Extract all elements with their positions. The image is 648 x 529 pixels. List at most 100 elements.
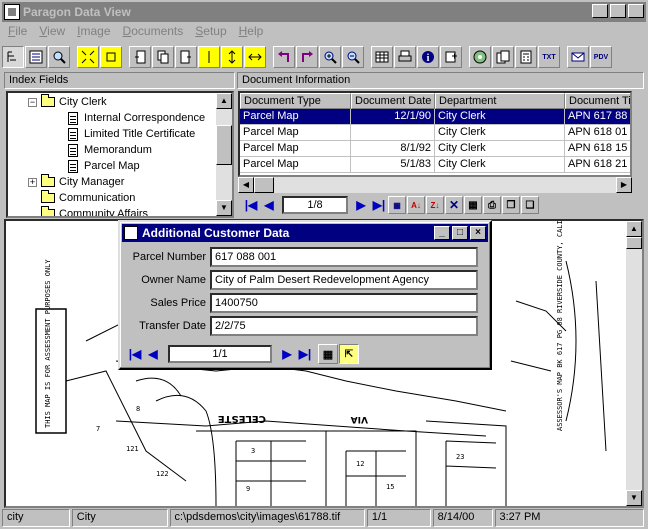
cell-department[interactable]: City Clerk: [435, 157, 565, 173]
next-record-icon[interactable]: ▶: [352, 196, 370, 214]
scroll-up-button[interactable]: ▲: [216, 93, 232, 109]
column-header-department[interactable]: Department: [435, 93, 565, 109]
menu-file[interactable]: File: [2, 23, 33, 41]
cell-document-type[interactable]: Parcel Map: [240, 141, 351, 157]
prev-record-icon[interactable]: ◀: [260, 196, 278, 214]
tree-item-city-manager[interactable]: + City Manager: [28, 174, 124, 190]
scan-icon[interactable]: [469, 46, 491, 68]
sort-descending-icon[interactable]: Z↓: [426, 196, 444, 214]
fit-width-icon[interactable]: [198, 46, 220, 68]
email-icon[interactable]: [567, 46, 589, 68]
scroll-thumb[interactable]: [216, 125, 232, 165]
tree-item-internal-correspondence[interactable]: Internal Correspondence: [68, 110, 205, 126]
print-record-icon[interactable]: ⎙: [483, 196, 501, 214]
scroll-right-button[interactable]: ▶: [616, 177, 632, 193]
maximize-button[interactable]: □: [610, 4, 626, 18]
rotate-right-icon[interactable]: [296, 46, 318, 68]
cell-department[interactable]: City Clerk: [435, 109, 565, 125]
cell-department[interactable]: City Clerk: [435, 141, 565, 157]
cell-department[interactable]: City Clerk: [435, 125, 565, 141]
scroll-down-button[interactable]: ▼: [216, 200, 232, 216]
app-icon[interactable]: [4, 4, 20, 20]
tree-item-community-affairs[interactable]: Community Affairs: [41, 206, 148, 216]
first-record-icon[interactable]: |◀: [242, 196, 260, 214]
prev-page-icon[interactable]: [129, 46, 151, 68]
folder-link-icon[interactable]: ⇱: [339, 344, 359, 364]
cell-document-date[interactable]: 8/1/92: [351, 141, 435, 157]
print-icon[interactable]: [394, 46, 416, 68]
menu-documents[interactable]: Documents: [117, 23, 190, 41]
tree-scrollbar[interactable]: ▲ ▼: [216, 93, 232, 216]
txt-icon[interactable]: TXT: [538, 46, 560, 68]
rotate-left-icon[interactable]: [273, 46, 295, 68]
last-record-icon[interactable]: ▶|: [296, 345, 314, 363]
column-header-document-title[interactable]: Document Title: [565, 93, 630, 109]
grid-view-icon[interactable]: ▦: [388, 196, 406, 214]
prev-record-icon[interactable]: ◀: [144, 345, 162, 363]
cell-document-type[interactable]: Parcel Map: [240, 157, 351, 173]
scroll-down-button[interactable]: ▼: [626, 490, 642, 506]
next-record-icon[interactable]: ▶: [278, 345, 296, 363]
title-bar[interactable]: Paragon Data View _ □ ×: [2, 2, 646, 22]
add-page-icon[interactable]: [440, 46, 462, 68]
close-button[interactable]: ×: [628, 4, 644, 18]
cell-document-title[interactable]: APN 618 15: [565, 141, 630, 157]
list-icon[interactable]: [25, 46, 47, 68]
collapse-icon[interactable]: −: [28, 97, 37, 107]
column-header-document-date[interactable]: Document Date: [351, 93, 435, 109]
dialog-maximize-button[interactable]: □: [452, 226, 468, 240]
delete-icon[interactable]: ✕: [445, 196, 463, 214]
cell-document-date[interactable]: 5/1/83: [351, 157, 435, 173]
last-record-icon[interactable]: ▶|: [370, 196, 388, 214]
stack-icon[interactable]: [492, 46, 514, 68]
grid-hscrollbar[interactable]: ◀ ▶: [238, 177, 632, 193]
tree-icon[interactable]: [2, 46, 24, 68]
scroll-up-button[interactable]: ▲: [626, 221, 642, 237]
copy-record-icon[interactable]: ❐: [502, 196, 520, 214]
cell-document-title[interactable]: APN 618 21: [565, 157, 630, 173]
fit-page-icon[interactable]: [100, 46, 122, 68]
table-icon[interactable]: ▦: [318, 344, 338, 364]
table-icon[interactable]: ▦: [464, 196, 482, 214]
pdv-icon[interactable]: PDV: [590, 46, 612, 68]
cell-document-title[interactable]: APN 617 88: [565, 109, 630, 125]
cell-document-date[interactable]: [351, 125, 435, 141]
expand-icon[interactable]: +: [28, 177, 37, 187]
sort-ascending-icon[interactable]: A↓: [407, 196, 425, 214]
copy-icon[interactable]: [152, 46, 174, 68]
calc-icon[interactable]: [515, 46, 537, 68]
cell-document-type[interactable]: Parcel Map: [240, 125, 351, 141]
cell-document-type[interactable]: Parcel Map: [240, 109, 351, 125]
fit-both-icon[interactable]: [244, 46, 266, 68]
parcel-number-field[interactable]: 617 088 001: [210, 247, 478, 267]
column-header-document-type[interactable]: Document Type: [240, 93, 351, 109]
tree-item-city-clerk[interactable]: − City Clerk: [28, 94, 107, 110]
menu-view[interactable]: View: [33, 23, 71, 41]
dialog-title-bar[interactable]: Additional Customer Data _ □ ×: [122, 224, 488, 242]
hscroll-thumb[interactable]: [254, 177, 274, 193]
menu-setup[interactable]: Setup: [189, 23, 232, 41]
tree-item-limited-title-certificate[interactable]: Limited Title Certificate: [68, 126, 195, 142]
first-record-icon[interactable]: |◀: [126, 345, 144, 363]
info-icon[interactable]: i: [417, 46, 439, 68]
tree-item-parcel-map[interactable]: Parcel Map: [68, 158, 140, 174]
sales-price-field[interactable]: 1400750: [210, 293, 478, 313]
zoom-in-icon[interactable]: [319, 46, 341, 68]
minimize-button[interactable]: _: [592, 4, 608, 18]
viewer-scrollbar[interactable]: ▲ ▼: [626, 221, 642, 506]
grid-icon[interactable]: [371, 46, 393, 68]
dialog-close-button[interactable]: ×: [470, 226, 486, 240]
fit-height-icon[interactable]: [221, 46, 243, 68]
tree-item-communication[interactable]: Communication: [41, 190, 135, 206]
transfer-date-field[interactable]: 2/2/75: [210, 316, 478, 336]
owner-name-field[interactable]: City of Palm Desert Redevelopment Agency: [210, 270, 478, 290]
dialog-minimize-button[interactable]: _: [434, 226, 450, 240]
zoom-out-icon[interactable]: [342, 46, 364, 68]
scroll-left-button[interactable]: ◀: [238, 177, 254, 193]
cell-document-title[interactable]: APN 618 01: [565, 125, 630, 141]
menu-help[interactable]: Help: [233, 23, 270, 41]
fit-icon[interactable]: [77, 46, 99, 68]
cell-document-date[interactable]: 12/1/90: [351, 109, 435, 125]
paste-record-icon[interactable]: ❏: [521, 196, 539, 214]
tree-item-memorandum[interactable]: Memorandum: [68, 142, 152, 158]
